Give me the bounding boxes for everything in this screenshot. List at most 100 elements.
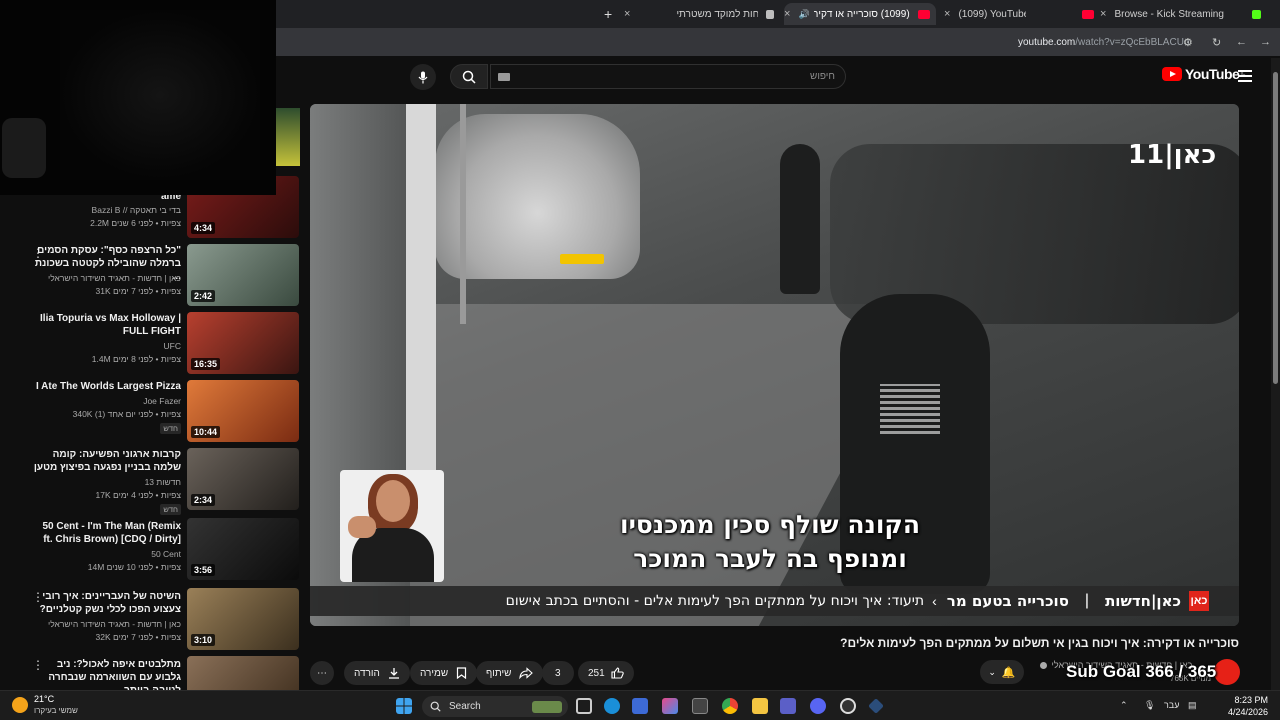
microphone-icon xyxy=(418,71,428,83)
tune-icon[interactable]: ⚙ xyxy=(1183,36,1193,49)
comments-count: 3 xyxy=(542,661,574,685)
tab-police[interactable]: × שיחות למוקד משטרתי xyxy=(624,3,774,25)
clock-date: 4/24/2026 xyxy=(1227,707,1268,717)
windows-start-icon[interactable] xyxy=(396,698,412,714)
news-icon[interactable] xyxy=(692,698,708,714)
sun-icon xyxy=(12,697,28,713)
download-button[interactable]: הורדה xyxy=(344,660,410,686)
forward-icon[interactable]: ← xyxy=(1236,36,1247,48)
duration-badge: 2:42 xyxy=(191,290,216,302)
video-thumbnail[interactable] xyxy=(187,656,299,690)
verified-icon xyxy=(1040,662,1047,670)
webcam-overlay xyxy=(0,0,276,195)
clock-time: 8:23 PM xyxy=(1234,695,1268,705)
new-tab-button[interactable]: + xyxy=(604,6,612,22)
channel-name[interactable]: Bazzi B // בדי בי תאטקה xyxy=(92,205,181,215)
video-title[interactable]: 50 Cent - I'm The Man (Remix ft. Chris B… xyxy=(31,520,181,546)
bookmark-icon xyxy=(457,667,467,679)
streamer-microphone xyxy=(2,118,46,178)
taskbar-search[interactable]: Search xyxy=(422,696,568,717)
close-tab-icon[interactable]: × xyxy=(624,8,630,20)
language-indicator[interactable]: עבר xyxy=(1164,700,1179,710)
task-view-icon[interactable] xyxy=(576,698,592,714)
page-scrollbar[interactable] xyxy=(1271,58,1280,690)
channel-name[interactable]: כאן | חדשות - תאגיד השידור הישראלי xyxy=(48,273,181,283)
mic-tray-icon[interactable]: 🎙 xyxy=(1144,700,1155,711)
voice-search-button[interactable] xyxy=(410,64,436,90)
channel-name[interactable]: 50 Cent xyxy=(151,549,181,559)
duration-badge: 10:44 xyxy=(191,426,221,438)
channel-avatar[interactable] xyxy=(1214,659,1240,685)
duration-badge: 4:34 xyxy=(191,222,216,234)
tab-title: (1099) YouTube xyxy=(958,8,1027,20)
share-button[interactable]: שיתוף xyxy=(476,660,544,686)
system-clock[interactable]: 8:23 PM 4/24/2026 xyxy=(1200,694,1268,718)
tab-kick[interactable]: × Browse - Kick Streaming xyxy=(1100,3,1270,25)
store-icon[interactable] xyxy=(632,698,648,714)
reload-icon[interactable]: ↻ xyxy=(1212,36,1221,49)
kick-favicon-icon xyxy=(1251,9,1261,19)
recommendation-item[interactable]: 10:44 I Ate The Worlds Largest Pizza Joe… xyxy=(0,380,300,444)
share-label: שיתוף xyxy=(486,667,512,679)
network-icon[interactable]: ▤ xyxy=(1188,700,1197,711)
subtitle-line: הקונה שולף סכין ממכנסיו xyxy=(619,510,920,539)
url-host: youtube.com xyxy=(1018,37,1076,48)
recommendation-item[interactable]: 16:35 Ilia Topuria vs Max Holloway | FUL… xyxy=(0,312,300,376)
file-explorer-icon[interactable] xyxy=(752,698,768,714)
tab-current-video[interactable]: × 🔊 (1099) סוכרייה או דקירה: אי xyxy=(784,3,936,25)
weather-widget[interactable]: 21°C שמשי בעיקרו xyxy=(12,694,78,716)
recommendation-item[interactable]: 2:34 קרבות ארגוני הפשיעה: קומה שלמה בבני… xyxy=(0,448,300,515)
back-icon[interactable]: → xyxy=(1260,36,1271,48)
youtube-logo[interactable]: YouTube IL xyxy=(1162,66,1245,82)
channel-name[interactable]: UFC xyxy=(164,341,181,351)
close-tab-icon[interactable]: × xyxy=(784,8,790,20)
ticker-show: סוכרייה בטעם מר xyxy=(946,592,1069,610)
recommendation-item[interactable]: 3:10 ⋮ השיטה של העבריינים: איך רובי צעצו… xyxy=(0,588,300,652)
chevron-up-icon[interactable]: ⌃ xyxy=(1120,700,1128,711)
chevron-icon: › xyxy=(932,593,937,609)
recommendation-item[interactable]: ⋮ מתלבטים איפה לאכול?: ניב גלבוע עם השוו… xyxy=(0,656,300,690)
video-title[interactable]: השיטה של העבריינים: איך רובי צעצוע הפכו … xyxy=(31,590,181,616)
scrollbar-thumb[interactable] xyxy=(1273,72,1278,384)
channel-name[interactable]: Joe Fazer xyxy=(143,396,181,406)
teams-icon[interactable] xyxy=(780,698,796,714)
edge-icon[interactable] xyxy=(604,698,620,714)
tab-youtube[interactable]: × (1099) YouTube xyxy=(944,3,1094,25)
copilot-icon[interactable] xyxy=(662,698,678,714)
video-title[interactable]: I Ate The Worlds Largest Pizza xyxy=(31,380,181,393)
url-field[interactable]: youtube.com/watch?v=zQcEbBLACUo xyxy=(1018,37,1189,48)
search-input[interactable] xyxy=(491,65,845,88)
video-meta: 1.4M צפיות • לפני 8 ימים xyxy=(91,354,181,364)
youtube-favicon-icon xyxy=(1082,9,1094,19)
save-button[interactable]: שמירה xyxy=(410,660,478,686)
video-title[interactable]: קרבות ארגוני הפשיעה: קומה שלמה בבניין נפ… xyxy=(31,448,181,474)
video-thumbnail[interactable] xyxy=(276,108,300,166)
recommendation-item[interactable]: 3:56 50 Cent - I'm The Man (Remix ft. Ch… xyxy=(0,518,300,582)
like-button[interactable]: 251 xyxy=(578,660,634,686)
more-actions-button[interactable]: ⋯ xyxy=(310,660,334,686)
video-title[interactable]: Ilia Topuria vs Max Holloway | FULL FIGH… xyxy=(31,312,181,338)
close-tab-icon[interactable]: × xyxy=(944,8,950,20)
search-button[interactable] xyxy=(450,64,488,89)
duration-badge: 16:35 xyxy=(191,358,221,370)
search-icon xyxy=(462,70,476,84)
bell-icon: 🔔 xyxy=(1001,666,1016,679)
channel-name[interactable]: חדשות 13 xyxy=(145,477,181,487)
keyboard-icon[interactable] xyxy=(498,73,510,81)
obs-icon[interactable] xyxy=(840,698,856,714)
audio-icon[interactable]: 🔊 xyxy=(798,9,809,20)
download-label: הורדה xyxy=(354,667,380,679)
video-title[interactable]: מתלבטים איפה לאכול?: ניב גלבוע עם השוואר… xyxy=(31,658,181,690)
new-badge: חדש xyxy=(160,423,181,434)
notifications-button[interactable]: ⌄ 🔔 xyxy=(980,660,1024,684)
chrome-icon[interactable] xyxy=(722,698,738,714)
close-tab-icon[interactable]: × xyxy=(1100,8,1106,20)
more-icon[interactable]: ⋯ xyxy=(310,661,334,685)
app-icon[interactable] xyxy=(868,698,884,714)
menu-icon[interactable] xyxy=(1238,70,1252,85)
recommendation-item[interactable]: 2:42 ⋮ "כל הרצפה כסף": עסקת הסמים ברמלה … xyxy=(0,244,300,308)
channel-name[interactable]: כאן | חדשות - תאגיד השידור הישראלי xyxy=(48,619,181,629)
discord-icon[interactable] xyxy=(810,698,826,714)
comments-button[interactable]: 3 xyxy=(542,660,574,686)
video-player[interactable]: כאן|11 הקונה שולף סכין ממכנסיו ומנופף בה… xyxy=(310,104,1239,626)
